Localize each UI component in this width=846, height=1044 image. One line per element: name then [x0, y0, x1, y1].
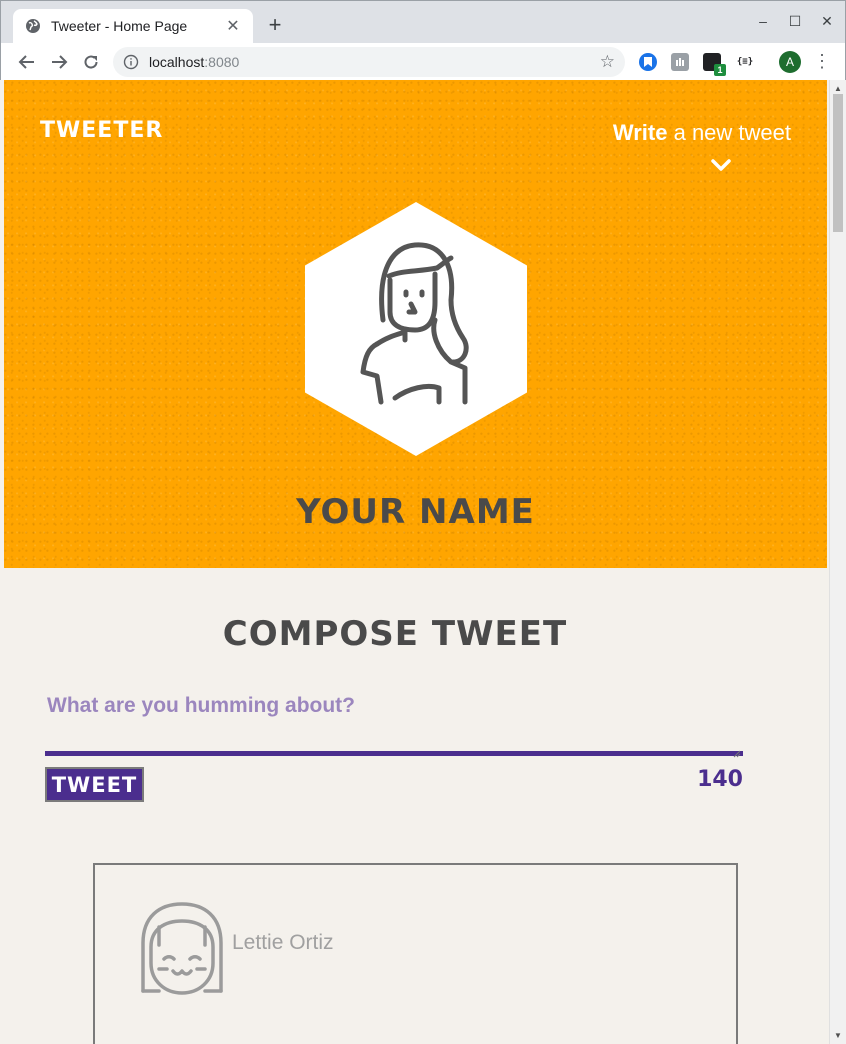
address-bar[interactable]: localhost :8080 ☆	[113, 47, 625, 77]
scroll-up-arrow-icon[interactable]: ▲	[834, 84, 842, 93]
forward-arrow-icon[interactable]	[49, 52, 69, 72]
bookmark-extension-icon[interactable]	[639, 53, 657, 71]
info-icon[interactable]	[123, 54, 139, 70]
write-new-tweet-link[interactable]: Write a new tweet	[613, 120, 791, 146]
tab-tweeter-home[interactable]: Tweeter - Home Page ✕	[13, 9, 253, 43]
tweet-textarea[interactable]	[45, 688, 743, 756]
profile-name: YOUR NAME	[296, 492, 535, 532]
tab-close-icon[interactable]: ✕	[225, 16, 241, 36]
extension-badge-icon[interactable]: 1	[703, 53, 726, 76]
browser-chrome: Tweeter - Home Page ✕ + – ☐ ✕ localhost …	[0, 0, 846, 81]
character-counter: 140	[697, 767, 743, 792]
tweet-card: Lettie Ortiz	[93, 863, 738, 1044]
girl-avatar-icon	[137, 901, 227, 1001]
profile-avatar[interactable]: A	[779, 51, 801, 73]
url-host: localhost	[149, 54, 205, 70]
globe-icon	[25, 18, 41, 34]
write-label-strong: Write	[612, 120, 668, 145]
close-window-button[interactable]: ✕	[817, 13, 837, 30]
scroll-down-arrow-icon[interactable]: ▼	[834, 1031, 842, 1040]
resize-handle-icon[interactable]	[733, 745, 741, 758]
reload-icon[interactable]	[81, 52, 101, 72]
new-tab-button[interactable]: +	[263, 14, 287, 36]
minimize-button[interactable]: –	[753, 13, 773, 29]
chevron-down-icon[interactable]	[710, 158, 732, 172]
tweet-button[interactable]: TWEET	[45, 767, 144, 802]
scrollbar[interactable]: ▲ ▼	[829, 80, 846, 1044]
json-viewer-icon[interactable]: {≡}	[734, 53, 756, 71]
extension-badge-count: 1	[714, 64, 726, 76]
maximize-button[interactable]: ☐	[785, 13, 805, 30]
write-label-rest: a new tweet	[667, 120, 791, 145]
menu-icon[interactable]: ⋮	[813, 51, 831, 71]
page-header: Tweeter Write a new tweet YOUR NAME	[4, 80, 827, 568]
url-port: :8080	[204, 54, 240, 70]
back-arrow-icon[interactable]	[17, 52, 37, 72]
tab-title: Tweeter - Home Page	[51, 18, 188, 34]
tweet-username[interactable]: Lettie Ortiz	[232, 931, 334, 955]
star-icon[interactable]: ☆	[600, 53, 615, 70]
tab-bar: Tweeter - Home Page ✕ + – ☐ ✕	[1, 1, 845, 43]
scrollbar-thumb[interactable]	[833, 94, 843, 232]
profile-avatar-hexagon	[305, 202, 527, 456]
brand-logo[interactable]: Tweeter	[40, 118, 163, 143]
browser-toolbar: localhost :8080 ☆ 1 {≡} A ⋮	[1, 43, 845, 81]
hands-extension-icon[interactable]	[671, 53, 689, 71]
compose-title: COMPOSE TWEET	[222, 614, 568, 654]
